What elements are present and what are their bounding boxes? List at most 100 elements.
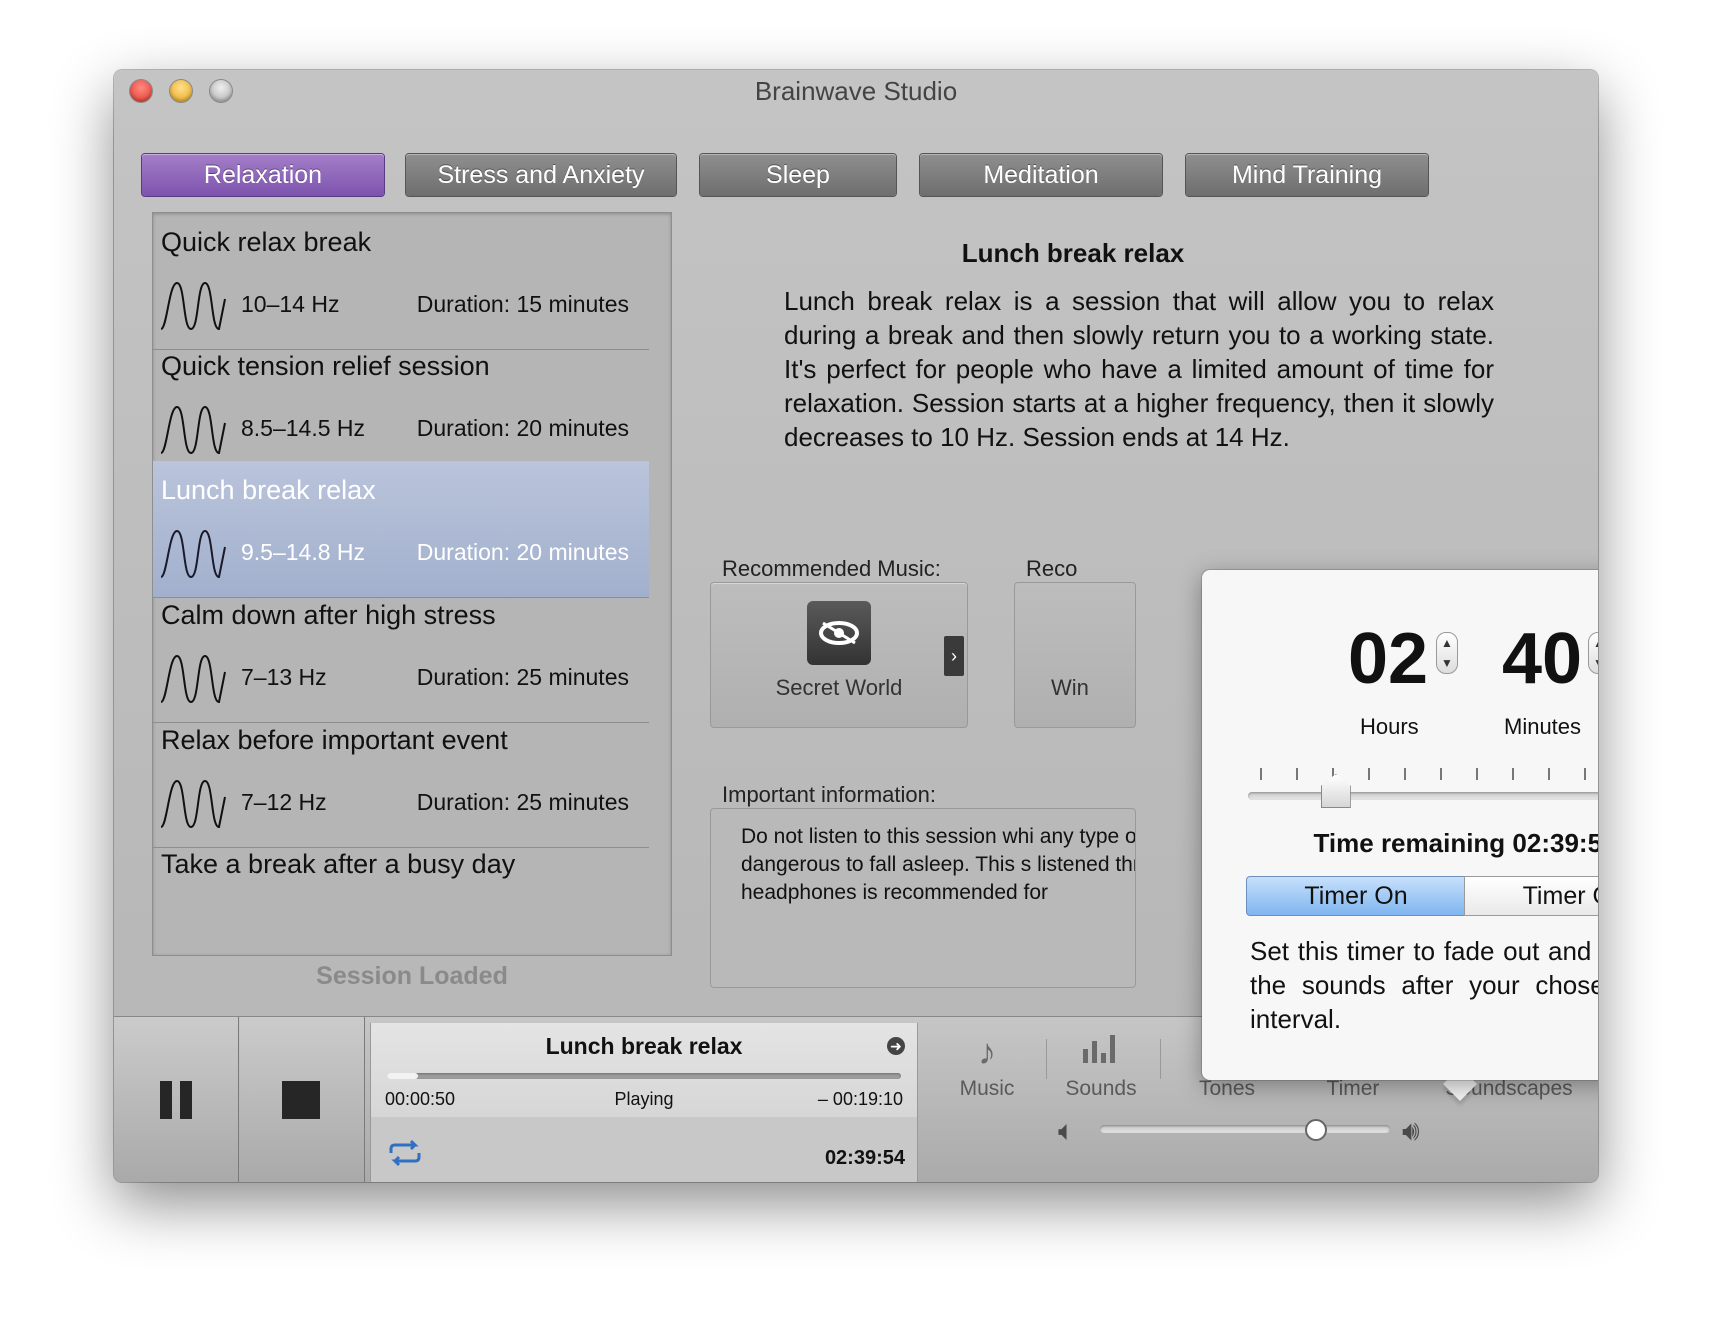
pause-icon xyxy=(160,1081,172,1119)
slider-tick xyxy=(1440,768,1442,780)
session-duration: Duration: 20 minutes xyxy=(416,539,629,565)
session-status: Session Loaded xyxy=(316,962,508,990)
session-name: Calm down after high stress xyxy=(161,600,496,630)
now-playing-title: Lunch break relax xyxy=(545,1033,743,1059)
nav-divider xyxy=(1160,1039,1161,1079)
nav-label: Tones xyxy=(1198,1077,1256,1100)
minutes-label: Minutes xyxy=(1504,714,1582,739)
timer-remaining-readout: 02:39:54 xyxy=(824,1147,905,1169)
repeat-icon[interactable] xyxy=(385,1139,425,1167)
timer-description: Set this timer to fade out and stop all … xyxy=(1250,936,1598,1034)
slider-tick xyxy=(1260,768,1262,780)
sound-bars-icon xyxy=(1046,1027,1156,1077)
session-item-relax-before-event[interactable]: Relax before important event 7–12 Hz Dur… xyxy=(153,711,649,848)
zoom-window-button[interactable] xyxy=(210,80,232,102)
now-playing-header: Lunch break relax ➜ 00:00:50 Playing – 0… xyxy=(371,1023,917,1117)
pause-button[interactable] xyxy=(114,1017,239,1182)
playback-progress-fill xyxy=(387,1073,418,1079)
important-info-text: Do not listen to this session whi any ty… xyxy=(741,825,1136,904)
volume-slider-thumb[interactable] xyxy=(1304,1119,1327,1141)
stop-icon xyxy=(282,1081,320,1119)
nav-label: Sounds xyxy=(1065,1077,1137,1100)
volume-slider[interactable] xyxy=(1100,1125,1390,1133)
session-name: Quick tension relief session xyxy=(161,351,490,381)
session-list[interactable]: Quick relax break 10–14 Hz Duration: 15 … xyxy=(152,212,672,956)
chevron-right-icon[interactable]: › xyxy=(944,636,964,676)
recommended-second-label: Reco xyxy=(1026,556,1078,581)
session-item-quick-tension-relief[interactable]: Quick tension relief session 8.5–14.5 Hz… xyxy=(153,337,649,474)
timer-off-button[interactable]: Timer Off xyxy=(1464,876,1598,916)
session-item-calm-down[interactable]: Calm down after high stress 7–13 Hz Dura… xyxy=(153,586,649,723)
session-name: Lunch break relax xyxy=(161,475,376,505)
app-window: Brainwave Studio Relaxation Stress and A… xyxy=(114,70,1598,1182)
music-name-2: Win xyxy=(1051,675,1089,700)
minutes-value[interactable]: 40 xyxy=(1502,618,1582,700)
session-duration: Duration: 25 minutes xyxy=(416,664,629,690)
hours-label: Hours xyxy=(1360,714,1419,739)
remaining-time: – 00:19:10 xyxy=(817,1089,903,1109)
tab-mind-training[interactable]: Mind Training xyxy=(1186,154,1428,196)
nav-label: Music xyxy=(959,1077,1015,1100)
wave-icon xyxy=(160,281,226,331)
hours-stepper[interactable]: ▲ ▼ xyxy=(1436,632,1458,674)
timer-popover: 02 ▲▼ 40 ▲▼ Hours Minutes Time remaining… xyxy=(1202,570,1598,1080)
nav-sounds[interactable]: Sounds xyxy=(1046,1027,1156,1101)
pause-icon-bar xyxy=(180,1081,192,1119)
arrow-right-circle-icon[interactable]: ➜ xyxy=(887,1037,905,1055)
session-item-lunch-break-relax[interactable]: Lunch break relax 9.5–14.8 Hz Duration: … xyxy=(153,461,649,598)
session-item-quick-relax-break[interactable]: Quick relax break 10–14 Hz Duration: 15 … xyxy=(153,213,649,350)
tab-sleep[interactable]: Sleep xyxy=(700,154,896,196)
session-duration: Duration: 15 minutes xyxy=(416,291,629,317)
session-frequency: 7–13 Hz xyxy=(241,664,327,690)
slider-tick xyxy=(1548,768,1550,780)
music-note-icon: ♪ xyxy=(978,1031,996,1072)
wave-icon xyxy=(160,779,226,829)
eye-icon xyxy=(807,601,871,665)
volume-low-icon: 🔈︎ xyxy=(1058,1115,1075,1146)
window-title: Brainwave Studio xyxy=(754,76,958,106)
wave-icon xyxy=(160,654,226,704)
minimize-window-button[interactable] xyxy=(170,80,192,102)
timer-on-button[interactable]: Timer On xyxy=(1246,876,1466,916)
session-duration: Duration: 20 minutes xyxy=(416,415,629,441)
timer-slider[interactable] xyxy=(1248,792,1598,800)
tab-stress-and-anxiety[interactable]: Stress and Anxiety xyxy=(406,154,676,196)
session-frequency: 7–12 Hz xyxy=(241,789,327,815)
detail-description: Lunch break relax is a session that will… xyxy=(784,286,1494,452)
slider-tick xyxy=(1296,768,1298,780)
music-card-second[interactable]: Win xyxy=(1014,582,1136,728)
session-item-take-a-break[interactable]: Take a break after a busy day xyxy=(153,835,649,955)
session-frequency: 8.5–14.5 Hz xyxy=(241,415,366,441)
stop-button[interactable] xyxy=(240,1017,365,1182)
slider-tick xyxy=(1512,768,1514,780)
detail-title: Lunch break relax xyxy=(961,238,1185,268)
hours-value[interactable]: 02 xyxy=(1348,618,1428,700)
tab-relaxation[interactable]: Relaxation xyxy=(142,154,384,196)
session-name: Quick relax break xyxy=(161,227,372,257)
session-duration: Duration: 25 minutes xyxy=(416,789,629,815)
nav-music[interactable]: ♪ Music xyxy=(932,1027,1042,1101)
slider-tick xyxy=(1584,768,1586,780)
important-info-label: Important information: xyxy=(722,782,936,807)
important-info-box: Do not listen to this session whi any ty… xyxy=(710,808,1136,988)
slider-tick xyxy=(1476,768,1478,780)
session-name: Take a break after a busy day xyxy=(161,849,516,879)
session-frequency: 10–14 Hz xyxy=(241,291,340,317)
wave-icon xyxy=(160,529,226,579)
nav-label: Timer xyxy=(1326,1077,1380,1100)
time-remaining: Time remaining 02:39:54 xyxy=(1313,828,1599,858)
music-card-secret-world[interactable]: Secret World xyxy=(710,582,968,728)
minutes-stepper[interactable]: ▲▼ xyxy=(1588,632,1598,674)
slider-tick xyxy=(1368,768,1370,780)
wave-icon xyxy=(160,405,226,455)
session-name: Relax before important event xyxy=(161,725,508,755)
session-frequency: 9.5–14.8 Hz xyxy=(241,539,366,565)
now-playing-panel: Lunch break relax ➜ 00:00:50 Playing – 0… xyxy=(370,1023,918,1182)
volume-high-icon: 🔊︎ xyxy=(1402,1115,1420,1146)
music-name: Secret World xyxy=(775,675,903,700)
slider-tick xyxy=(1404,768,1406,780)
playback-progress[interactable] xyxy=(387,1073,901,1079)
timer-slider-thumb[interactable] xyxy=(1320,774,1351,808)
tab-meditation[interactable]: Meditation xyxy=(920,154,1162,196)
close-window-button[interactable] xyxy=(130,80,152,102)
